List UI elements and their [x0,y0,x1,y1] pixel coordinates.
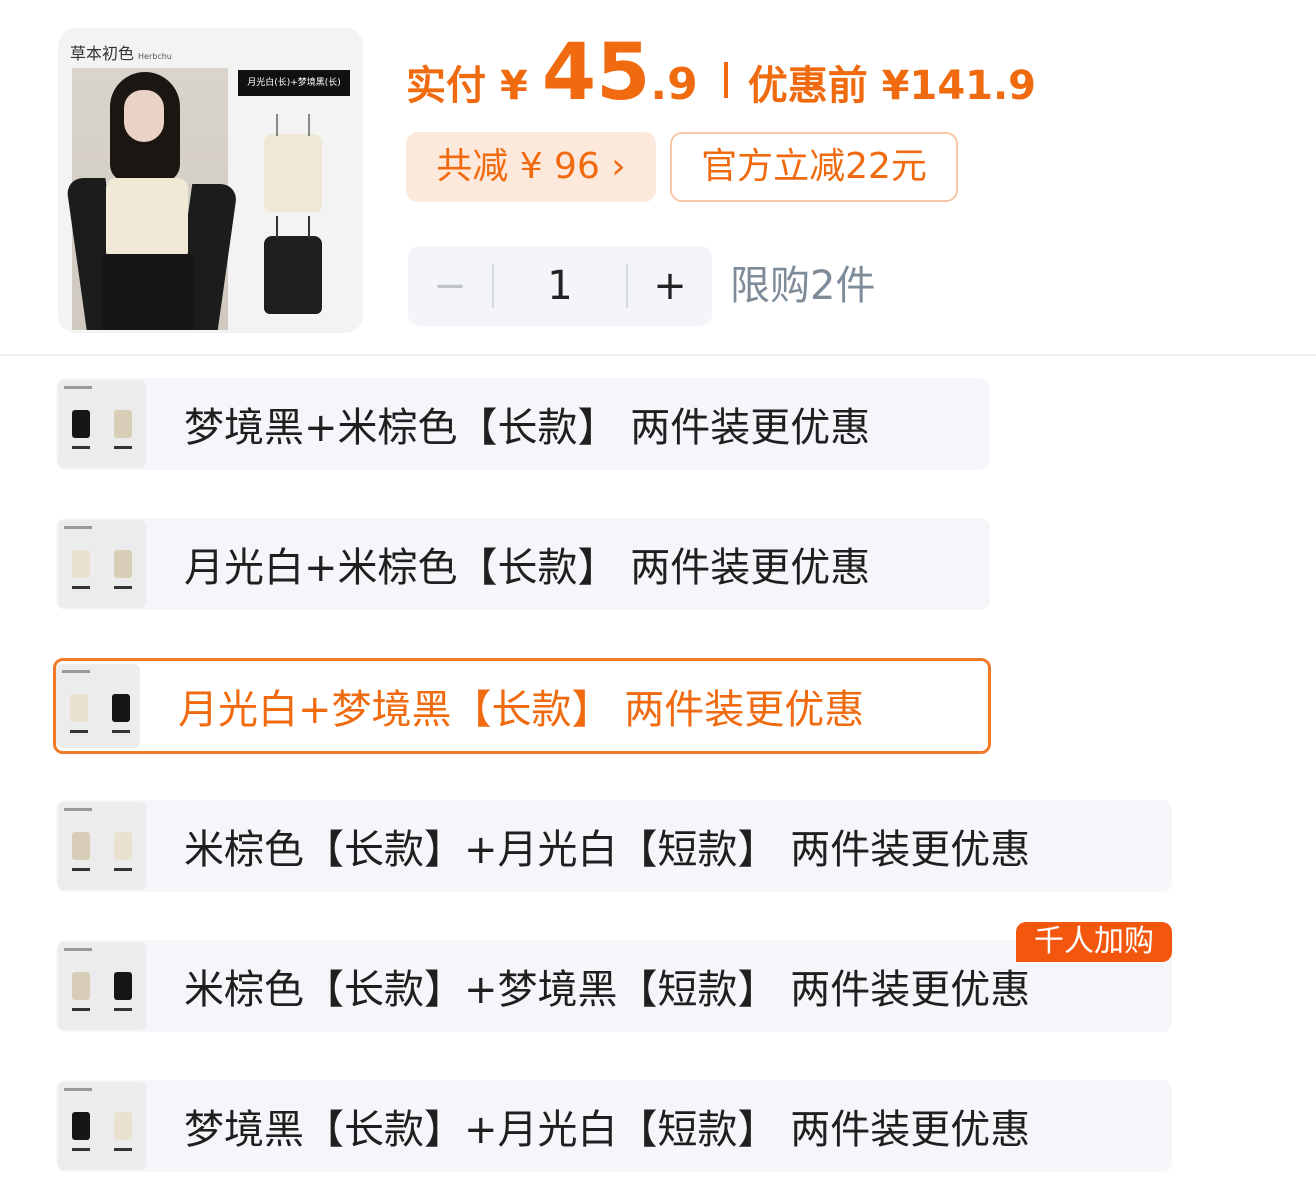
option-label: 梦境黑+米棕色【长款】 两件装更优惠 [184,405,871,451]
decrease-button[interactable]: − [408,263,492,309]
model-photo [65,68,239,330]
product-image[interactable]: 草本初色 Herbchu 月光白(长)+梦境黑(长) [58,28,363,333]
option-label: 梦境黑【长款】+月光白【短款】 两件装更优惠 [184,1107,1031,1153]
option-item[interactable]: 月光白+米棕色【长款】 两件装更优惠 [56,518,990,610]
total-discount-badge[interactable]: 共减 ¥ 96 › [406,132,656,202]
official-discount-badge: 官方立减22元 [670,132,958,202]
cream-camisole-image [264,114,322,212]
quantity-value[interactable]: 1 [494,263,626,309]
option-item-selected[interactable]: 月光白+梦境黑【长款】 两件装更优惠 [53,658,991,754]
option-item[interactable]: 梦境黑+米棕色【长款】 两件装更优惠 [56,378,990,470]
option-item[interactable]: 米棕色【长款】+梦境黑【短款】 两件装更优惠 [56,940,1172,1032]
product-header: 草本初色 Herbchu 月光白(长)+梦境黑(长) 实付 ¥ 45 .9 优惠前… [0,0,1316,356]
option-thumbnail [58,520,146,608]
option-label: 月光白+梦境黑【长款】 两件装更优惠 [178,687,865,733]
quantity-stepper: − 1 + [408,246,712,326]
purchase-limit: 限购2件 [730,263,876,309]
option-label: 米棕色【长款】+月光白【短款】 两件装更优惠 [184,827,1031,873]
option-thumbnail [58,1082,146,1170]
option-thumbnail [56,664,140,748]
option-thumbnail [58,802,146,890]
price-row: 实付 ¥ 45 .9 优惠前 ¥141.9 [406,28,1037,118]
option-thumbnail [58,942,146,1030]
option-label: 米棕色【长款】+梦境黑【短款】 两件装更优惠 [184,967,1031,1013]
final-price-integer: 45 [541,28,651,118]
option-label: 月光白+米棕色【长款】 两件装更优惠 [184,545,871,591]
option-item[interactable]: 米棕色【长款】+月光白【短款】 两件装更优惠 [56,800,1172,892]
popular-badge: 千人加购 [1016,922,1172,962]
divider [0,354,1316,356]
currency-symbol: ¥ [500,63,528,109]
image-variant-tag: 月光白(长)+梦境黑(长) [238,70,350,96]
original-price: 优惠前 ¥141.9 [747,63,1037,109]
pay-label: 实付 [406,63,486,109]
option-item[interactable]: 梦境黑【长款】+月光白【短款】 两件装更优惠 [56,1080,1172,1172]
brand-label: 草本初色 Herbchu [70,44,172,63]
option-thumbnail [58,380,146,468]
final-price-decimal: .9 [650,59,698,110]
price-divider [723,62,728,98]
black-camisole-image [264,216,322,314]
increase-button[interactable]: + [628,263,712,309]
